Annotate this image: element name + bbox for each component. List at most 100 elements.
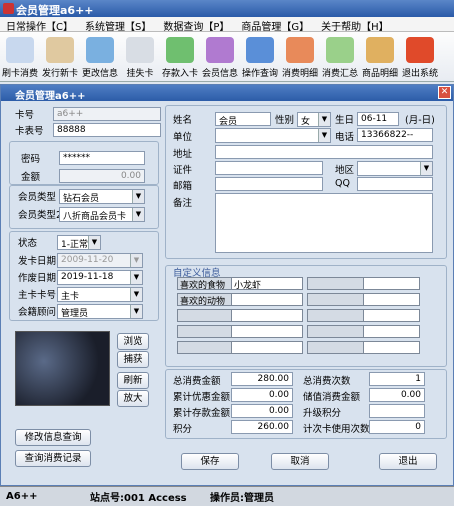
issue-date-picker[interactable]: 2009-11-20 ▼ [57,253,143,268]
email-field[interactable] [215,177,323,191]
save-button[interactable]: 保存 [181,453,239,470]
custom-cell[interactable] [363,293,420,306]
app-title-bar: 会员管理a6++ [0,0,454,17]
toolbar-label: 发行新卡 [41,69,78,79]
status-value: 1-正常 [61,240,88,250]
member-type-select[interactable]: 钻石会员 ▼ [59,189,145,204]
toolbar-button-10[interactable]: 退出系统 [400,32,440,82]
refresh-button[interactable]: 刷新 [117,372,149,389]
custom-cell[interactable]: 喜欢的食物 [177,277,234,290]
edit-history-button[interactable]: 修改信息查询 [15,429,91,446]
custom-cell[interactable] [363,341,420,354]
name-field[interactable]: 会员 [215,112,271,126]
zoom-button[interactable]: 放大 [117,390,149,407]
summary-label: 积分 [173,424,193,435]
amount-label: 金额 [21,172,41,183]
member-type-label: 会员类型 [18,192,57,203]
void-date-picker[interactable]: 2019-11-18 ▼ [57,270,143,285]
chevron-down-icon: ▼ [130,254,142,267]
custom-cell[interactable] [363,325,420,338]
custom-cell[interactable] [307,309,364,322]
summary-label: 储值消费金额 [303,392,361,403]
status-station: 站点号:001 Access [90,493,187,504]
card-face-label: 卡表号 [15,126,44,137]
toolbar-button-2[interactable]: 更改信息 [80,32,120,82]
consume-records-button[interactable]: 查询消费记录 [15,450,91,467]
menu-help[interactable]: 关于帮助【H】 [315,17,395,33]
status-select[interactable]: 1-正常 ▼ [57,235,101,250]
close-icon[interactable]: ✕ [438,86,451,99]
member-window: 会员管理a6++ ✕ 卡号 a6++ 卡表号 88888 密码 ****** 金… [0,84,454,486]
custom-cell[interactable] [231,341,303,354]
gender-select[interactable]: 女 ▼ [297,112,331,127]
unit-select[interactable]: ▼ [215,128,331,143]
chevron-down-icon: ▼ [130,271,142,284]
card-no-label: 卡号 [15,110,35,121]
toolbar-button-3[interactable]: 挂失卡 [120,32,160,82]
toolbar-label: 挂失卡 [126,69,154,79]
toolbar-button-7[interactable]: 消费明细 [280,32,320,82]
custom-cell[interactable] [177,325,234,338]
remark-label: 备注 [173,198,193,209]
amount-field[interactable]: 0.00 [59,169,145,183]
goods-icon [366,37,394,63]
summary-label: 计次卡使用次数 [303,424,370,435]
custom-cell[interactable]: 小龙虾 [231,277,303,290]
toolbar-label: 会员信息 [201,69,238,79]
region-select[interactable]: ▼ [357,161,433,176]
menu-query[interactable]: 数据查询【P】 [157,17,235,33]
custom-cell[interactable] [307,277,364,290]
toolbar-button-1[interactable]: 发行新卡 [40,32,80,82]
query-icon [246,37,274,63]
exit-button[interactable]: 退出 [379,453,437,470]
member-type2-select[interactable]: 八折商品会员卡 ▼ [59,207,145,222]
custom-cell[interactable]: 喜欢的动物 [177,293,234,306]
menu-daily[interactable]: 日常操作【C】 [0,17,79,33]
toolbar-button-9[interactable]: 商品明细 [360,32,400,82]
summary-label: 升级积分 [303,408,342,419]
card-no-field[interactable]: a6++ [53,107,161,121]
cancel-button[interactable]: 取消 [271,453,329,470]
password-field[interactable]: ****** [59,151,145,165]
toolbar-button-0[interactable]: 刷卡消费 [0,32,40,82]
custom-cell[interactable] [363,277,420,290]
member-type2-label: 会员类型2 [18,210,63,221]
browse-button[interactable]: 浏览 [117,333,149,350]
id-field[interactable] [215,161,323,175]
custom-cell[interactable] [177,309,234,322]
birthday-field[interactable]: 06-11 [357,112,399,126]
menu-system[interactable]: 系统管理【S】 [79,17,157,33]
deposit-icon [166,37,194,63]
toolbar-label: 退出系统 [401,69,438,79]
card-face-field[interactable]: 88888 [53,123,161,137]
remark-textarea[interactable] [215,193,433,253]
chevron-down-icon: ▼ [420,162,432,175]
member-type-value: 钻石会员 [63,194,100,204]
toolbar-button-6[interactable]: 操作查询 [240,32,280,82]
toolbar-button-4[interactable]: 存款入卡 [160,32,200,82]
custom-cell[interactable] [231,293,303,306]
consultant-select[interactable]: 管理员 ▼ [57,304,143,319]
status-bar: A6++ 站点号:001 Access 操作员:管理员 [0,486,454,506]
phone-field[interactable]: 13366822-- [357,128,433,142]
app-title: 会员管理a6++ [16,4,94,17]
address-field[interactable] [215,145,433,159]
menu-goods[interactable]: 商品管理【G】 [235,17,315,33]
capture-button[interactable]: 捕获 [117,351,149,368]
custom-cell[interactable] [307,293,364,306]
password-label: 密码 [21,154,41,165]
birthday-label: 生日 [335,115,355,126]
custom-cell[interactable] [231,325,303,338]
custom-cell[interactable] [307,325,364,338]
custom-cell[interactable] [307,341,364,354]
custom-cell[interactable] [363,309,420,322]
main-card-select[interactable]: 主卡 ▼ [57,287,143,302]
custom-cell[interactable] [177,341,234,354]
qq-field[interactable] [357,177,433,191]
status-app: A6++ [6,491,38,502]
toolbar-label: 刷卡消费 [1,69,38,79]
custom-cell[interactable] [231,309,303,322]
member-window-title-text: 会员管理a6++ [15,91,86,102]
toolbar-button-8[interactable]: 消费汇总 [320,32,360,82]
toolbar-button-5[interactable]: 会员信息 [200,32,240,82]
